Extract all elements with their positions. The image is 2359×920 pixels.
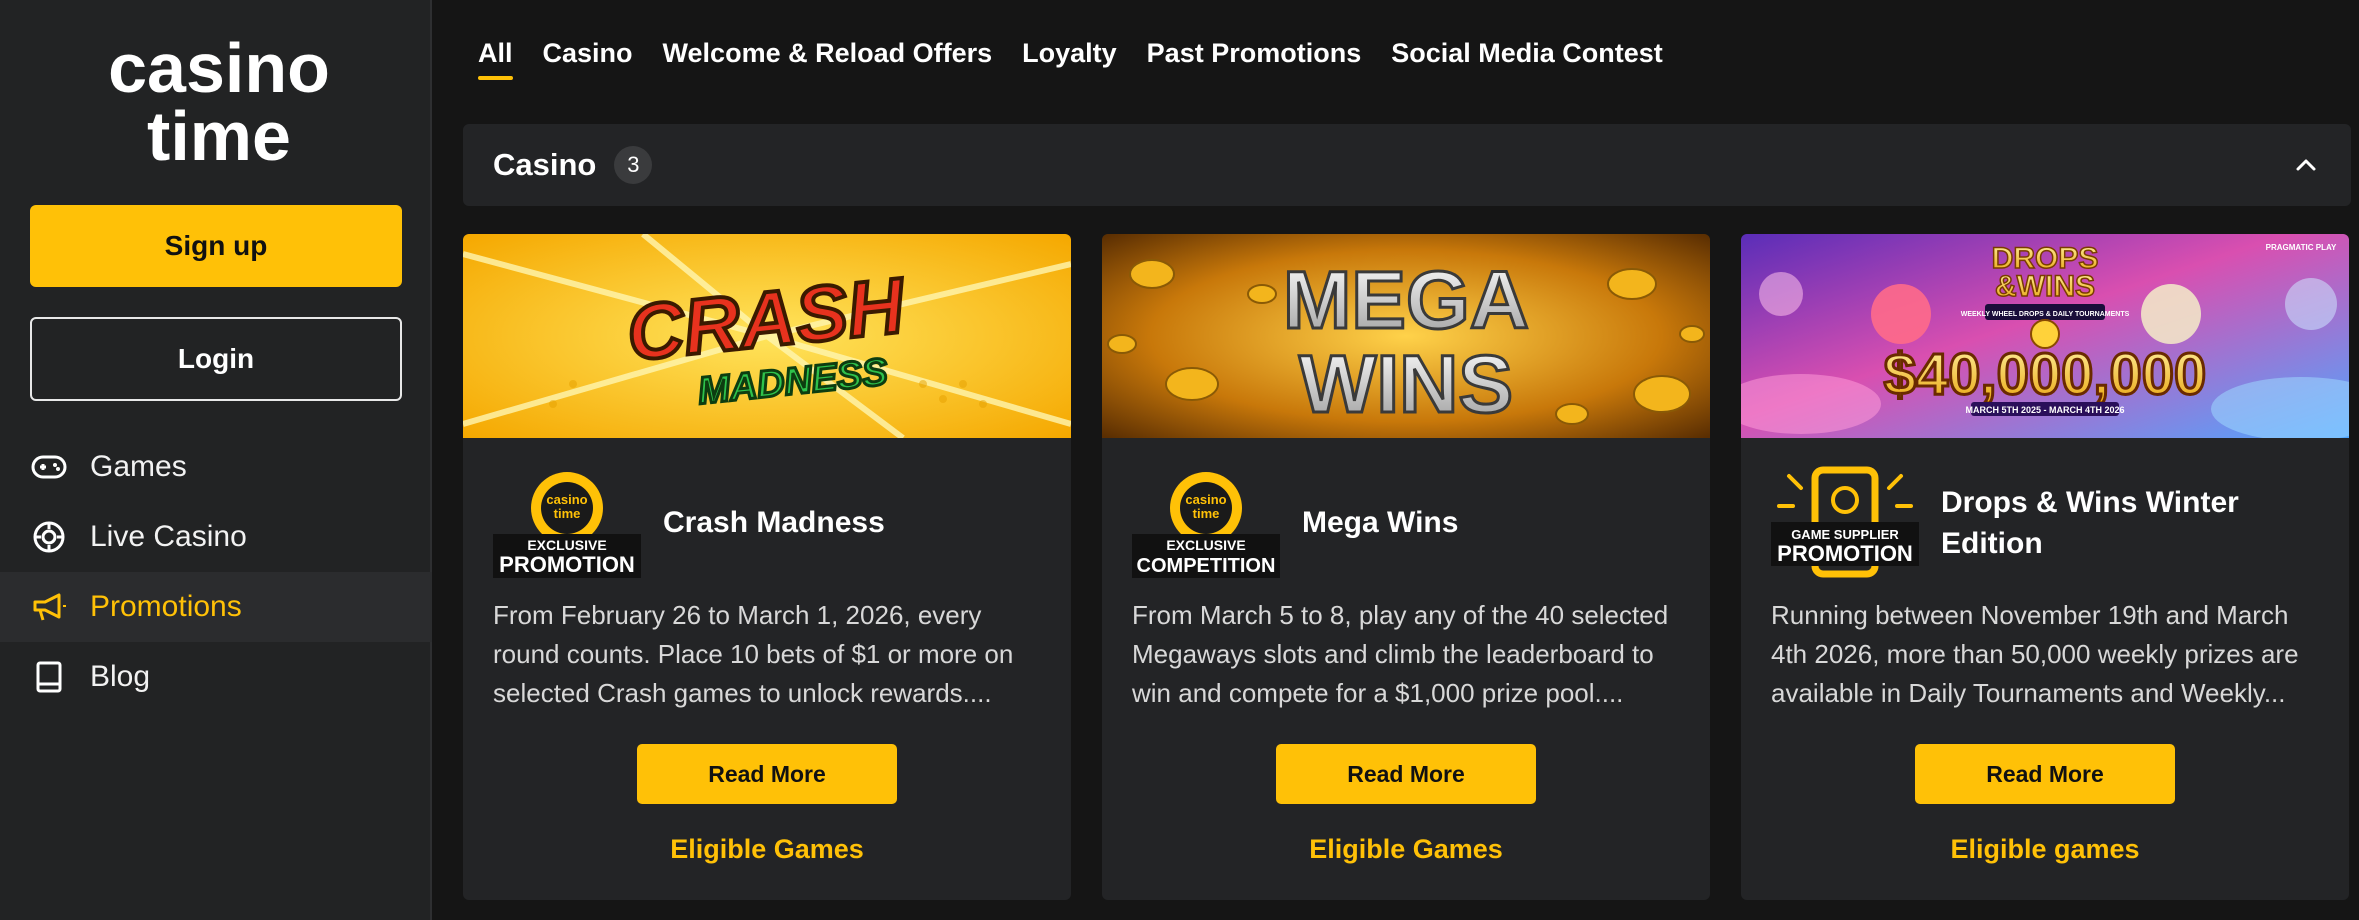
gamepad-icon <box>30 448 68 486</box>
banner-text-wins: WINS <box>1299 339 1513 430</box>
game-supplier-promotion-badge: GAME SUPPLIER PROMOTION <box>1771 466 1919 578</box>
eligible-games-link[interactable]: Eligible Games <box>1102 834 1710 865</box>
banner-text-subtitle: WEEKLY WHEEL DROPS & DAILY TOURNAMENTS <box>1961 311 2130 318</box>
badge-logo-time: time <box>1193 506 1220 521</box>
badge-small-text: EXCLUSIVE <box>527 537 606 553</box>
eligible-games-link[interactable]: Eligible Games <box>463 834 1071 865</box>
tab-all[interactable]: All <box>478 34 513 80</box>
exclusive-competition-badge: casino time EXCLUSIVE COMPETITION <box>1132 472 1280 578</box>
tab-loyalty[interactable]: Loyalty <box>1022 34 1117 80</box>
sidebar-item-games[interactable]: Games <box>0 432 432 502</box>
badge-logo-casino: casino <box>1185 492 1226 507</box>
sidebar: casino time Sign up Login Games Live Cas… <box>0 0 432 920</box>
read-more-button[interactable]: Read More <box>1276 744 1536 804</box>
book-icon <box>30 658 68 696</box>
count-badge: 3 <box>614 146 653 184</box>
drops-wins-banner[interactable]: DROPS &WINS WEEKLY WHEEL DROPS & DAILY T… <box>1741 234 2349 438</box>
promotion-tabs: All Casino Welcome & Reload Offers Loyal… <box>478 34 1663 84</box>
card-title[interactable]: Crash Madness <box>663 502 1043 543</box>
sidebar-item-blog[interactable]: Blog <box>0 642 432 712</box>
sidebar-item-live-casino[interactable]: Live Casino <box>0 502 432 572</box>
banner-text-provider: PRAGMATIC PLAY <box>2266 243 2337 252</box>
tab-past-promotions[interactable]: Past Promotions <box>1147 34 1362 80</box>
chevron-up-icon[interactable] <box>2291 150 2321 180</box>
megaphone-icon <box>30 588 68 626</box>
mega-wins-banner[interactable]: MEGA WINS <box>1102 234 1710 438</box>
read-more-button[interactable]: Read More <box>637 744 897 804</box>
card-description: From March 5 to 8, play any of the 40 se… <box>1132 600 1669 708</box>
banner-text-mega: MEGA <box>1283 255 1529 346</box>
casino-section-header[interactable]: Casino 3 <box>463 124 2351 206</box>
banner-text-dates: MARCH 5TH 2025 - MARCH 4TH 2026 <box>1965 405 2124 415</box>
logo-text-time: time <box>147 97 291 166</box>
tab-casino[interactable]: Casino <box>543 34 633 80</box>
badge-big-text: COMPETITION <box>1137 555 1276 577</box>
login-button[interactable]: Login <box>30 317 402 401</box>
crash-madness-banner[interactable]: CRASH MADNESS <box>463 234 1071 438</box>
exclusive-promotion-badge: casino time EXCLUSIVE PROMOTION <box>493 472 641 578</box>
card-title[interactable]: Mega Wins <box>1302 502 1682 543</box>
sidebar-item-label: Promotions <box>90 590 242 623</box>
promo-card-mega-wins: MEGA WINS casino time EXCLUSIVE COMPETIT… <box>1102 234 1710 900</box>
read-more-button[interactable]: Read More <box>1915 744 2175 804</box>
badge-logo-time: time <box>554 506 581 521</box>
promo-card-crash-madness: CRASH MADNESS casino time EXCLUSIVE PROM… <box>463 234 1071 900</box>
signup-button[interactable]: Sign up <box>30 205 402 287</box>
tab-welcome-reload-offers[interactable]: Welcome & Reload Offers <box>663 34 993 80</box>
badge-logo-casino: casino <box>546 492 587 507</box>
card-description: Running between November 19th and March … <box>1771 600 2299 708</box>
badge-big-text: PROMOTION <box>499 552 635 577</box>
sidebar-item-label: Blog <box>90 660 151 693</box>
casino-time-logo[interactable]: casino time <box>84 34 354 166</box>
badge-small-text: GAME SUPPLIER <box>1791 527 1899 542</box>
casino-chip-icon <box>30 518 68 556</box>
card-description: From February 26 to March 1, 2026, every… <box>493 600 1014 708</box>
sidebar-item-promotions[interactable]: Promotions <box>0 572 432 642</box>
badge-big-text: PROMOTION <box>1777 541 1913 566</box>
eligible-games-link[interactable]: Eligible games <box>1741 834 2349 865</box>
tab-social-media-contest[interactable]: Social Media Contest <box>1391 34 1663 80</box>
banner-text-wins: &WINS <box>1995 270 2095 303</box>
section-title: Casino <box>493 147 597 182</box>
sidebar-item-label: Live Casino <box>90 520 247 553</box>
badge-small-text: EXCLUSIVE <box>1166 537 1245 553</box>
promo-card-drops-wins: DROPS &WINS WEEKLY WHEEL DROPS & DAILY T… <box>1741 234 2349 900</box>
card-title[interactable]: Drops & Wins Winter Edition <box>1941 482 2321 564</box>
sidebar-item-label: Games <box>90 450 187 483</box>
banner-text-prize: $40,000,000 <box>1884 342 2207 407</box>
